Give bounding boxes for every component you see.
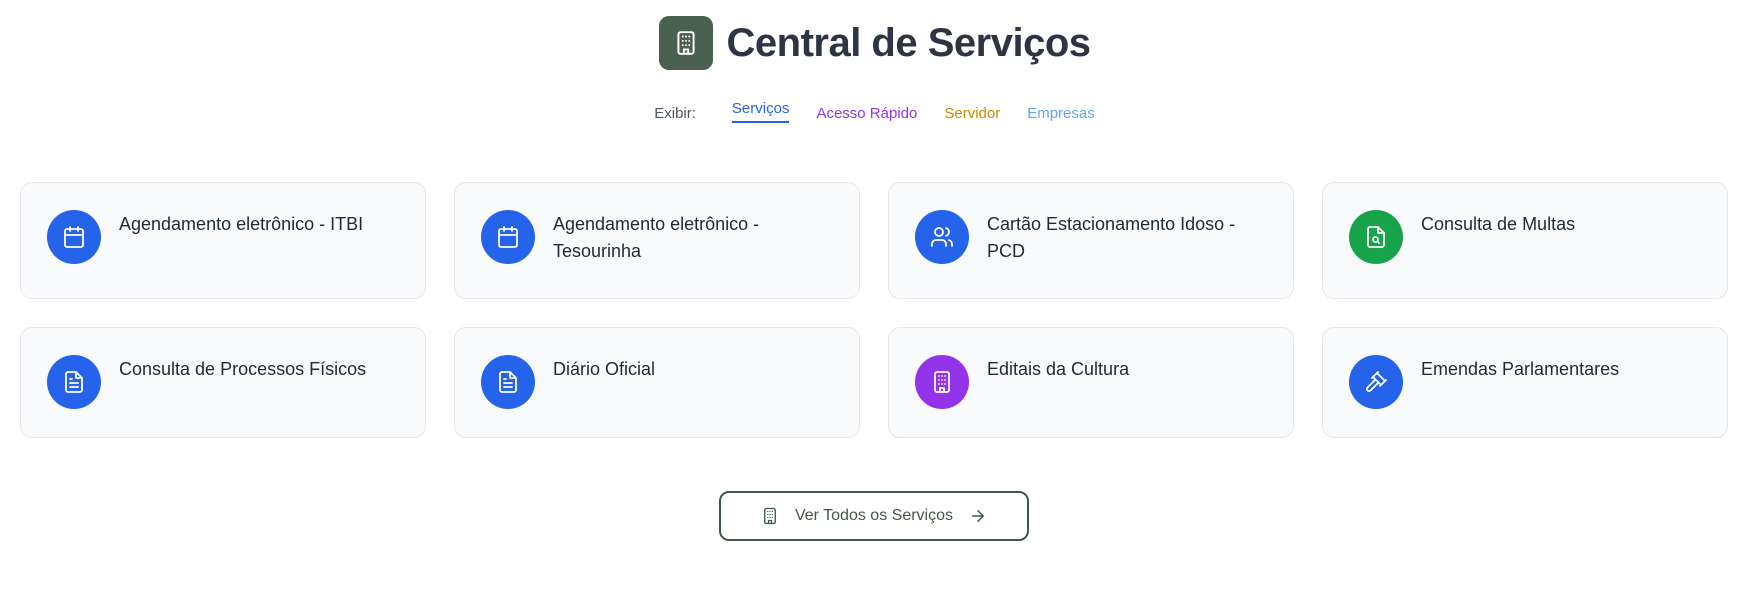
view-all-services-button[interactable]: Ver Todos os Serviços bbox=[719, 491, 1029, 541]
gavel-icon bbox=[1349, 355, 1403, 409]
file-search-icon bbox=[1349, 210, 1403, 264]
service-card-emendas-parlamentares[interactable]: Emendas Parlamentares bbox=[1322, 327, 1728, 438]
service-card-consulta-processos[interactable]: Consulta de Processos Físicos bbox=[20, 327, 426, 438]
filter-label: Exibir: bbox=[654, 105, 696, 122]
service-card-diario-oficial[interactable]: Diário Oficial bbox=[454, 327, 860, 438]
service-title: Cartão Estacionamento Idoso - PCD bbox=[987, 214, 1236, 261]
page: Central de Serviços Exibir: Serviços Ace… bbox=[0, 0, 1749, 594]
filter-bar: Exibir: Serviços Acesso Rápido Servidor … bbox=[0, 98, 1749, 126]
file-text-icon bbox=[47, 355, 101, 409]
arrow-right-icon bbox=[969, 507, 987, 525]
service-card-cartao-estacionamento[interactable]: Cartão Estacionamento Idoso - PCD bbox=[888, 182, 1294, 299]
service-title: Diário Oficial bbox=[553, 359, 656, 379]
building-icon bbox=[658, 16, 713, 70]
header: Central de Serviços bbox=[0, 16, 1749, 70]
tab-empresas[interactable]: Empresas bbox=[1027, 98, 1095, 126]
building-icon bbox=[761, 507, 779, 525]
service-title: Editais da Cultura bbox=[987, 359, 1130, 379]
service-title: Consulta de Multas bbox=[1421, 214, 1576, 234]
view-all-label: Ver Todos os Serviços bbox=[794, 507, 953, 524]
users-icon bbox=[915, 210, 969, 264]
service-card-consulta-multas[interactable]: Consulta de Multas bbox=[1322, 182, 1728, 299]
file-text-icon bbox=[481, 355, 535, 409]
service-title: Consulta de Processos Físicos bbox=[119, 359, 367, 379]
calendar-icon bbox=[47, 210, 101, 264]
service-card-agendamento-itbi[interactable]: Agendamento eletrônico - ITBI bbox=[20, 182, 426, 299]
calendar-icon bbox=[481, 210, 535, 264]
service-title: Emendas Parlamentares bbox=[1421, 359, 1620, 379]
service-card-editais-cultura[interactable]: Editais da Cultura bbox=[888, 327, 1294, 438]
tab-servicos[interactable]: Serviços bbox=[731, 98, 790, 123]
service-title: Agendamento eletrônico - Tesourinha bbox=[553, 214, 760, 261]
building-icon bbox=[915, 355, 969, 409]
tab-acesso-rapido[interactable]: Acesso Rápido bbox=[816, 98, 917, 126]
services-grid: Agendamento eletrônico - ITBI Agendament… bbox=[20, 182, 1729, 438]
service-title: Agendamento eletrônico - ITBI bbox=[119, 214, 364, 234]
page-title: Central de Serviços bbox=[726, 20, 1092, 65]
service-card-agendamento-tesourinha[interactable]: Agendamento eletrônico - Tesourinha bbox=[454, 182, 860, 299]
tab-servidor[interactable]: Servidor bbox=[944, 98, 1000, 126]
